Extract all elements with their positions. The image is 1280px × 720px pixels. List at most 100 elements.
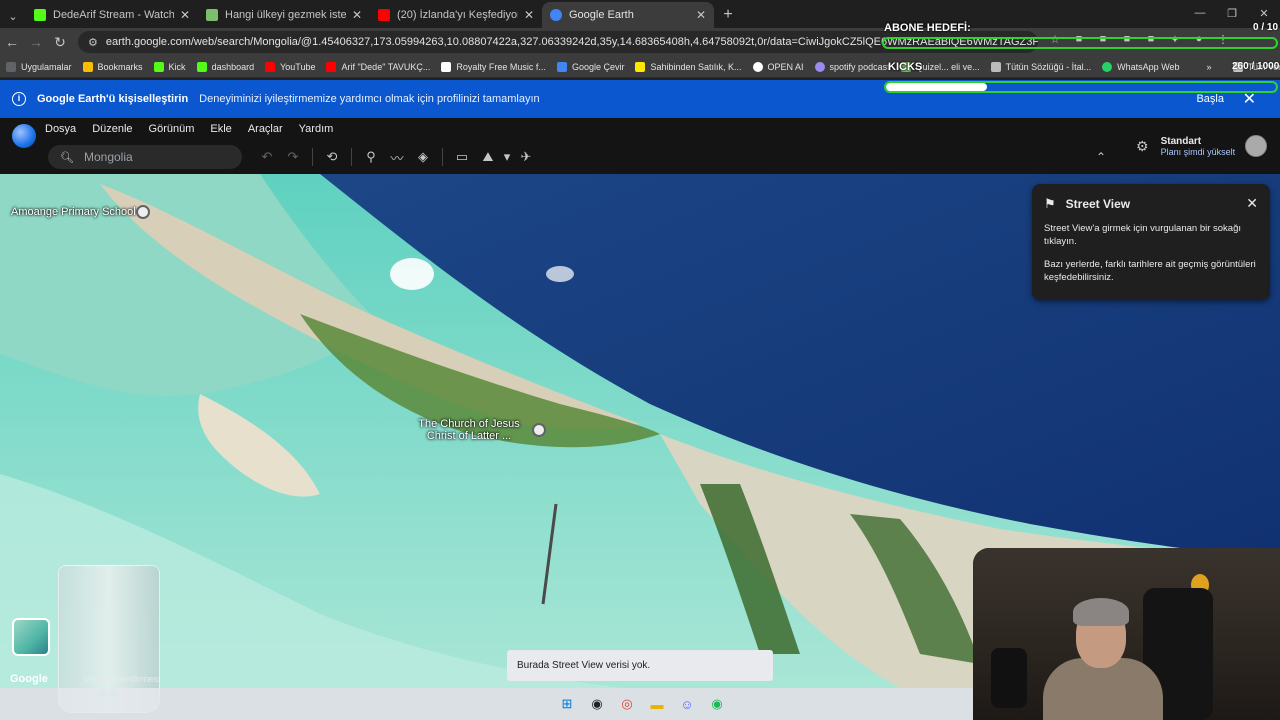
menu-view[interactable]: Görünüm — [149, 123, 195, 135]
subscriber-goal-count: 0 / 10 — [1253, 22, 1279, 33]
upgrade-link[interactable]: Planı şimdi yükselt — [1161, 147, 1236, 157]
windows-taskbar: ⊞ ◉ ◎ ▬ ☺ ◉ — [0, 688, 973, 720]
apps-grid-icon — [6, 61, 16, 72]
plan-info[interactable]: Standart Planı şimdi yükselt — [1161, 136, 1236, 157]
plan-title: Standart — [1160, 135, 1202, 147]
streamer-webcam — [973, 548, 1280, 720]
google-earth-favicon-icon — [550, 9, 562, 21]
bookmark-music[interactable]: Royalty Free Music f... — [441, 61, 546, 72]
bookmark-kick[interactable]: Kick — [153, 61, 186, 72]
street-view-text-1: Street View'a girmek için vurgulanan bir… — [1044, 223, 1242, 247]
menu-file[interactable]: Dosya — [45, 123, 76, 135]
earth-menu-bar: Dosya Düzenle Görünüm Ekle Araçlar Yardı… — [0, 118, 1280, 140]
satellite-icon[interactable]: ✈ — [513, 149, 539, 165]
reload-icon[interactable]: ↻ — [48, 34, 72, 51]
browser-tab-2[interactable]: Hangi ülkeyi gezmek isterdin ? ✕ — [198, 2, 370, 28]
layers-icon[interactable]: ◈ — [410, 149, 436, 165]
subscriber-goal-label: ABONE HEDEFİ: — [884, 22, 971, 34]
tab-close-icon[interactable]: ✕ — [180, 8, 190, 22]
redo-icon[interactable]: ↷ — [280, 149, 306, 165]
bookmark-whatsapp[interactable]: WhatsApp Web — [1102, 61, 1180, 72]
google-earth-logo-icon[interactable] — [12, 124, 36, 148]
menu-help[interactable]: Yardım — [299, 123, 334, 135]
menu-add[interactable]: Ekle — [210, 123, 231, 135]
banner-text: Deneyiminizi iyileştirmemize yardımcı ol… — [199, 93, 540, 105]
place-label-church[interactable]: The Church of Jesus Christ of Latter ... — [414, 418, 524, 442]
divider — [442, 148, 443, 166]
dropdown-icon[interactable]: ▾ — [501, 149, 513, 165]
tab-close-icon[interactable]: ✕ — [696, 8, 706, 22]
street-view-icon: ⚑ — [1044, 196, 1056, 211]
podcast-icon — [814, 61, 825, 72]
church-pin-icon[interactable] — [532, 423, 546, 437]
place-label-school[interactable]: Amoange Primary School — [11, 206, 136, 218]
youtube-icon — [326, 61, 337, 72]
start-button[interactable]: Başla — [1196, 93, 1224, 105]
map-layer-thumbnail[interactable] — [12, 618, 50, 656]
info-icon: i — [12, 92, 26, 106]
site-info-icon[interactable]: ⚙ — [88, 36, 98, 49]
tab-search-icon[interactable]: ⌄ — [0, 4, 26, 28]
subscriber-goal-bar — [882, 37, 1278, 49]
tab-title: (20) İzlanda'yı Keşfediyoruz! ıs — [397, 9, 518, 21]
bookmark-youtube[interactable]: YouTube — [265, 61, 315, 72]
map-style-icon[interactable]: ⛰ — [475, 149, 501, 165]
windows-start-icon[interactable]: ⊞ — [556, 693, 578, 715]
browser-tab-google-earth[interactable]: Google Earth ✕ — [542, 2, 714, 28]
triangle-icon — [441, 61, 452, 72]
back-icon[interactable]: ← — [0, 34, 24, 50]
tab-close-icon[interactable]: ✕ — [524, 8, 534, 22]
collapse-toolbar-icon[interactable]: ⌃ — [1096, 150, 1106, 164]
new-tab-button[interactable]: + — [714, 2, 742, 28]
bookmark-channel[interactable]: Arif "Dede" TAVUKÇ... — [326, 61, 430, 72]
menu-tools[interactable]: Araçlar — [248, 123, 283, 135]
bookmark-folder[interactable]: Bookmarks — [82, 61, 143, 72]
placemark-icon[interactable]: ⚲ — [358, 149, 384, 165]
browser-tab-strip: ⌄ DedeArif Stream - Watch Live o ✕ Hangi… — [0, 0, 1280, 28]
bookmark-openai[interactable]: OPEN AI — [752, 61, 804, 72]
tab-title: Google Earth — [569, 9, 634, 21]
forward-icon[interactable]: → — [24, 34, 48, 50]
map-footer: Google Veri ilişkilendirmesi — [0, 670, 240, 688]
chrome-icon[interactable]: ◎ — [616, 693, 638, 715]
restore-icon[interactable]: ❐ — [1216, 0, 1248, 26]
measure-icon[interactable]: ▭ — [449, 149, 475, 165]
close-street-view-icon[interactable]: ✕ — [1246, 195, 1258, 212]
bookmark-translate[interactable]: Google Çevir — [556, 61, 624, 72]
spotify-icon[interactable]: ◉ — [706, 693, 728, 715]
search-input[interactable]: 🔍︎ Mongolia — [48, 145, 242, 169]
favicon-icon — [206, 9, 218, 21]
history-icon[interactable]: ⟲ — [319, 149, 345, 165]
obs-icon[interactable]: ◉ — [586, 693, 608, 715]
kick-favicon-icon — [34, 9, 46, 21]
banner-title: Google Earth'ü kişiselleştirin — [37, 93, 189, 105]
google-logo: Google — [10, 673, 48, 685]
bookmark-dictionary[interactable]: Tütün Sözlüğü - İtal... — [990, 61, 1091, 72]
earth-tools: ↶ ↷ ⟲ ⚲ 〰 ◈ ▭ ⛰ ▾ ✈ — [254, 148, 539, 167]
bookmark-spotify[interactable]: spotify podcast — [814, 61, 890, 72]
file-explorer-icon[interactable]: ▬ — [646, 693, 668, 715]
settings-gear-icon[interactable]: ⚙ — [1136, 138, 1149, 155]
taskbar-apps: ⊞ ◉ ◎ ▬ ☺ ◉ — [556, 693, 728, 715]
undo-icon[interactable]: ↶ — [254, 149, 280, 165]
tab-close-icon[interactable]: ✕ — [352, 8, 362, 22]
school-pin-icon[interactable] — [136, 205, 150, 219]
browser-tab-3[interactable]: (20) İzlanda'yı Keşfediyoruz! ıs ✕ — [370, 2, 542, 28]
browser-tab-1[interactable]: DedeArif Stream - Watch Live o ✕ — [26, 2, 198, 28]
bookmark-apps[interactable]: Uygulamalar — [6, 61, 72, 72]
path-icon[interactable]: 〰 — [384, 148, 410, 167]
bookmark-dashboard[interactable]: dashboard — [196, 61, 254, 72]
data-attribution-link[interactable]: Veri ilişkilendirmesi — [84, 674, 160, 684]
youtube-icon — [265, 61, 276, 72]
menu-edit[interactable]: Düzenle — [92, 123, 132, 135]
street-view-card: ⚑ Street View ✕ Street View'a girmek içi… — [1032, 184, 1270, 300]
street-view-toast: Burada Street View verisi yok. — [507, 650, 773, 681]
avatar[interactable] — [1245, 135, 1268, 157]
tab-title: DedeArif Stream - Watch Live o — [53, 9, 174, 21]
minimize-icon[interactable]: — — [1184, 0, 1216, 26]
kicks-goal-count: 260 / 1000 — [1232, 61, 1280, 72]
discord-icon[interactable]: ☺ — [676, 693, 698, 715]
bookmarks-overflow-icon[interactable]: » — [1207, 62, 1212, 72]
bookmark-sahibinden[interactable]: Sahibinden Satılık, K... — [635, 61, 742, 72]
kick-icon — [196, 61, 207, 72]
